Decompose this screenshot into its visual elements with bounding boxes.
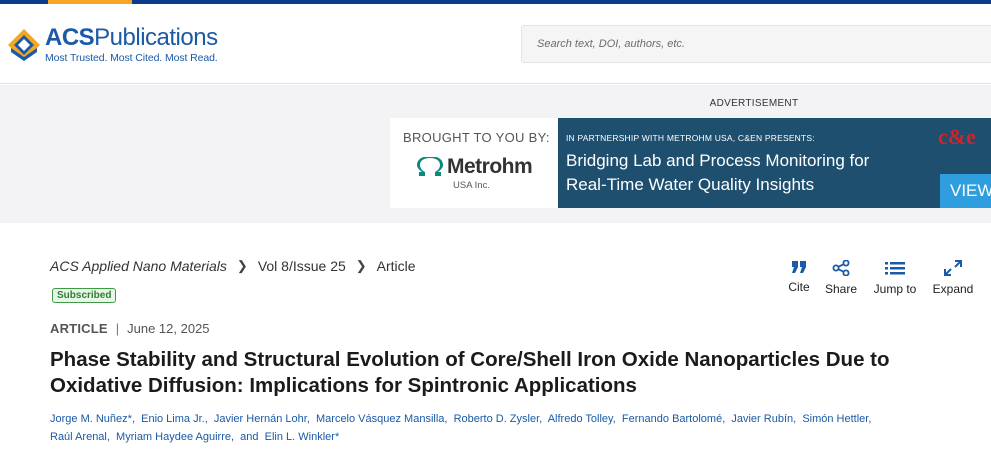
- publication-date: June 12, 2025: [127, 321, 210, 336]
- article-meta: ARTICLE | June 12, 2025: [50, 321, 210, 336]
- share-label: Share: [824, 282, 858, 296]
- quote-icon: [792, 261, 806, 273]
- article-title: Phase Stability and Structural Evolution…: [50, 348, 890, 397]
- author-line-1: Jorge M. Nuñez*, Enio Lima Jr., Javier H…: [50, 413, 872, 425]
- logo-tagline: Most Trusted. Most Cited. Most Read.: [45, 52, 218, 64]
- author-link[interactable]: Javier Hernán Lohr: [214, 413, 307, 425]
- metrohm-logo: Metrohm: [417, 155, 533, 179]
- expand-label: Expand: [932, 282, 974, 296]
- author-link[interactable]: Marcelo Vásquez Mansilla: [316, 413, 444, 425]
- breadcrumb-current: Article: [376, 258, 416, 274]
- metrohm-omega-icon: [417, 157, 443, 176]
- author-and: and: [240, 431, 259, 443]
- expand-button[interactable]: Expand: [932, 260, 974, 296]
- ad-headline: Bridging Lab and Process Monitoring for …: [566, 151, 870, 194]
- author-link[interactable]: Raúl Arenal: [50, 431, 107, 443]
- share-icon: [832, 260, 850, 276]
- author-line-2: Raúl Arenal, Myriam Haydee Aguirre, and …: [50, 431, 340, 443]
- acs-publications-logo[interactable]: ACSPublications Most Trusted. Most Cited…: [5, 26, 218, 64]
- breadcrumb: ACS Applied Nano Materials ❯ Vol 8/Issue…: [50, 258, 416, 274]
- author-link[interactable]: Alfredo Tolley: [548, 413, 613, 425]
- author-link[interactable]: Simón Hettler: [802, 413, 868, 425]
- cite-label: Cite: [788, 280, 810, 294]
- author-list: Jorge M. Nuñez*, Enio Lima Jr., Javier H…: [50, 410, 980, 446]
- logo-title: ACSPublications: [45, 24, 218, 51]
- list-icon: [885, 262, 905, 275]
- advertisement-band: ADVERTISEMENT BROUGHT TO YOU BY: Metrohm…: [0, 85, 991, 223]
- breadcrumb-issue[interactable]: Vol 8/Issue 25: [258, 258, 346, 274]
- subscribed-badge: Subscribed: [52, 288, 117, 303]
- chevron-right-icon: ❯: [355, 258, 367, 273]
- ad-sponsor-panel[interactable]: BROUGHT TO YOU BY: Metrohm USA Inc.: [390, 118, 558, 208]
- meta-separator: |: [115, 321, 120, 336]
- metrohm-subtitle: USA Inc.: [453, 180, 490, 191]
- cen-logo: c&e: [938, 124, 976, 149]
- advertisement-label: ADVERTISEMENT: [709, 98, 799, 109]
- jump-to-button[interactable]: Jump to: [870, 260, 920, 296]
- ad-partnership-text: IN PARTNERSHIP WITH METROHM USA, C&EN PR…: [566, 133, 815, 143]
- jump-to-label: Jump to: [873, 282, 917, 296]
- author-link[interactable]: Elin L. Winkler*: [265, 431, 340, 443]
- acs-logo-icon: [8, 29, 40, 61]
- author-link[interactable]: Javier Rubín: [731, 413, 793, 425]
- article-type: ARTICLE: [50, 321, 108, 336]
- breadcrumb-journal[interactable]: ACS Applied Nano Materials: [50, 258, 227, 274]
- site-header: ACSPublications Most Trusted. Most Cited…: [0, 4, 991, 84]
- expand-icon: [944, 260, 962, 276]
- ad-view-button[interactable]: VIEW: [940, 174, 991, 208]
- author-link[interactable]: Roberto D. Zysler: [454, 413, 540, 425]
- metrohm-wordmark: Metrohm: [447, 155, 533, 178]
- ad-banner[interactable]: IN PARTNERSHIP WITH METROHM USA, C&EN PR…: [558, 118, 991, 208]
- search-input[interactable]: Search text, DOI, authors, etc.: [521, 25, 991, 63]
- author-link[interactable]: Enio Lima Jr.: [141, 413, 205, 425]
- author-link[interactable]: Fernando Bartolomé: [622, 413, 722, 425]
- cite-button[interactable]: Cite: [785, 260, 813, 294]
- author-link[interactable]: Myriam Haydee Aguirre: [116, 431, 231, 443]
- share-button[interactable]: Share: [824, 260, 858, 296]
- ad-brought-by: BROUGHT TO YOU BY:: [403, 130, 550, 145]
- chevron-right-icon: ❯: [236, 258, 248, 273]
- author-link[interactable]: Jorge M. Nuñez*: [50, 413, 132, 425]
